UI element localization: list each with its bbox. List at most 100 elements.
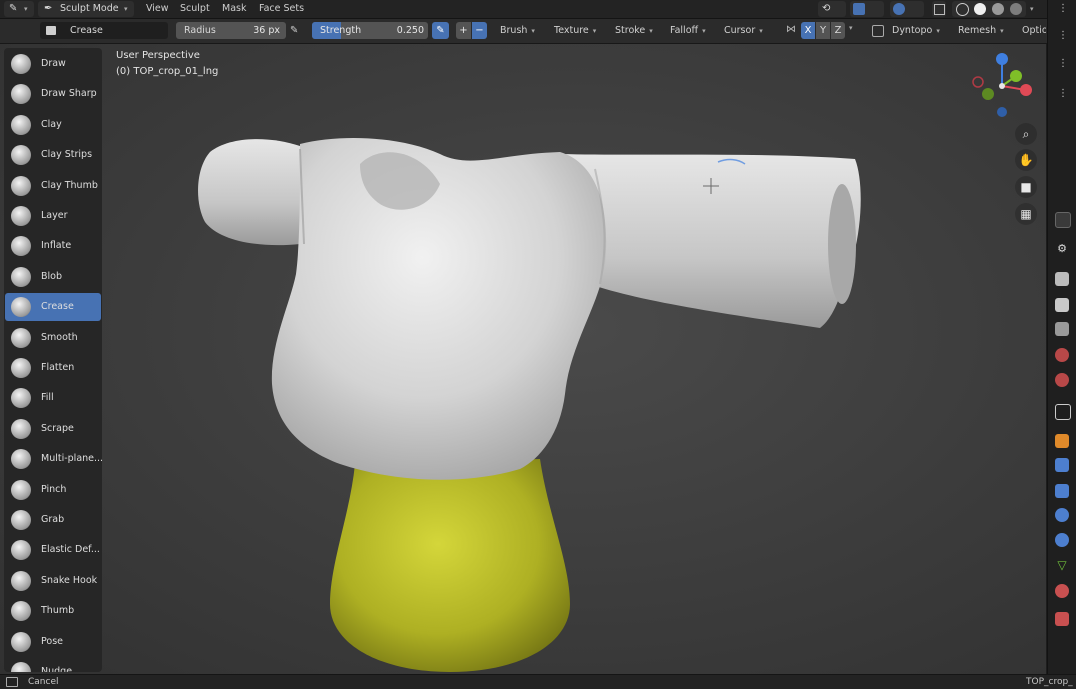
material-tab-icon[interactable] (1055, 584, 1069, 598)
mode-dropdown[interactable]: ✒ Sculpt Mode ▾ (38, 1, 134, 17)
elastic-def-brush-icon (11, 540, 31, 561)
remesh-dropdown[interactable]: Remesh ▾ (958, 22, 1004, 39)
chevron-down-icon: ▾ (702, 27, 706, 35)
viewport-object-label: (0) TOP_crop_01_lng (116, 66, 219, 77)
tool-nudge[interactable]: Nudge (5, 658, 101, 672)
tool-smooth[interactable]: Smooth (5, 324, 101, 352)
cursor-dropdown[interactable]: Cursor ▾ (724, 22, 763, 39)
collection-tab-icon[interactable] (1055, 404, 1071, 420)
tool-clay-thumb[interactable]: Clay Thumb (5, 172, 101, 200)
shading-mode-group[interactable] (952, 1, 1026, 17)
strength-pressure-icon[interactable]: ✎ (432, 22, 449, 39)
data-tab-icon[interactable]: ▽ (1055, 558, 1069, 572)
tool-flatten[interactable]: Flatten (5, 354, 101, 382)
rendered-shading-icon[interactable] (1010, 3, 1022, 15)
tool-multi-plane[interactable]: Multi-plane... (5, 445, 102, 473)
brush-dropdown[interactable]: Brush ▾ (500, 22, 535, 39)
tool-pose[interactable]: Pose (5, 628, 101, 656)
camera-icon[interactable]: ■ (1015, 176, 1037, 198)
physics-tab-icon[interactable] (1055, 508, 1069, 522)
direction-add-button[interactable]: + (456, 22, 471, 39)
dyntopo-dropdown[interactable]: Dyntopo ▾ (892, 22, 940, 39)
sculpt-mesh[interactable] (0, 44, 1046, 674)
pressure-pen-icon[interactable]: ✎ (290, 25, 298, 36)
tool-tab-icon[interactable]: ⚙ (1055, 242, 1069, 256)
texture-dropdown[interactable]: Texture ▾ (554, 22, 596, 39)
pan-hand-icon[interactable]: ✋ (1015, 149, 1037, 171)
falloff-dropdown[interactable]: Falloff ▾ (670, 22, 706, 39)
object-tab-icon[interactable] (1055, 434, 1069, 448)
tool-settings-header: Crease Radius 36 px ✎ Strength 0.250 ✎ +… (0, 19, 1048, 44)
more-options-icon[interactable]: ⋮ (1058, 88, 1068, 99)
texture-tab-icon[interactable] (1055, 612, 1069, 626)
menu-sculpt[interactable]: Sculpt (180, 1, 210, 17)
more-options-icon[interactable]: ⋮ (1058, 58, 1068, 69)
view-layer-tab-icon[interactable] (1055, 322, 1069, 336)
wireframe-shading-icon[interactable] (956, 3, 969, 16)
render-tab-icon[interactable] (1055, 272, 1069, 286)
editor-menu-icon[interactable] (1055, 212, 1071, 228)
options-dropdown[interactable]: Optio (1022, 22, 1046, 39)
navigation-gizmo[interactable] (966, 50, 1038, 122)
tool-grab[interactable]: Grab (5, 506, 101, 534)
more-options-icon[interactable]: ⋮ (1058, 3, 1068, 14)
scene-tab-icon[interactable] (1055, 348, 1069, 362)
tool-thumb[interactable]: Thumb (5, 597, 101, 625)
world-tab-icon[interactable] (1055, 373, 1069, 387)
dyntopo-checkbox[interactable] (872, 25, 884, 37)
editor-type-dropdown[interactable]: ✎ ▾ (4, 1, 34, 17)
tool-elastic-def[interactable]: Elastic Def... (5, 536, 101, 564)
grab-brush-icon (11, 510, 31, 530)
chevron-down-icon[interactable]: ▾ (849, 24, 853, 32)
modifier-tab-icon[interactable] (1055, 458, 1069, 472)
nudge-brush-icon (11, 662, 31, 672)
tool-draw[interactable]: Draw (5, 50, 101, 78)
menu-mask[interactable]: Mask (222, 1, 246, 17)
solid-shading-icon[interactable] (974, 3, 986, 15)
3d-viewport[interactable] (0, 44, 1046, 674)
chevron-down-icon: ▾ (936, 27, 940, 35)
particles-tab-icon[interactable] (1055, 484, 1069, 498)
material-shading-icon[interactable] (992, 3, 1004, 15)
tool-label: Clay Thumb (41, 179, 98, 191)
symmetry-y-toggle[interactable]: Y (816, 22, 830, 39)
symmetry-x-toggle[interactable]: X (801, 22, 815, 39)
gizmo-toggle[interactable]: ⟲ (818, 1, 846, 17)
more-options-icon[interactable]: ⋮ (1058, 30, 1068, 41)
chevron-down-icon: ▾ (1000, 27, 1004, 35)
constraints-tab-icon[interactable] (1055, 533, 1069, 547)
output-tab-icon[interactable] (1055, 298, 1069, 312)
menu-face-sets[interactable]: Face Sets (259, 1, 304, 17)
tool-scrape[interactable]: Scrape (5, 415, 101, 443)
xray-toggle[interactable] (890, 1, 924, 17)
overlay-toggle[interactable] (850, 1, 884, 17)
zoom-icon[interactable]: ⌕ (1015, 123, 1037, 145)
tool-clay[interactable]: Clay (5, 111, 101, 139)
tool-layer[interactable]: Layer (5, 202, 101, 230)
chevron-down-icon[interactable]: ▾ (1030, 1, 1034, 17)
tool-pinch[interactable]: Pinch (5, 476, 101, 504)
xray-alpha-toggle[interactable] (932, 1, 946, 17)
strength-slider[interactable]: Strength 0.250 (312, 22, 428, 39)
stroke-dropdown[interactable]: Stroke ▾ (615, 22, 653, 39)
tool-clay-strips[interactable]: Clay Strips (5, 141, 101, 169)
menu-view[interactable]: View (146, 1, 169, 17)
brush-selector[interactable]: Crease (40, 22, 168, 39)
sculpt-editor-icon: ✎ (9, 3, 18, 14)
tool-snake-hook[interactable]: Snake Hook (5, 567, 101, 595)
remesh-label: Remesh (958, 25, 997, 36)
direction-subtract-button[interactable]: − (472, 22, 487, 39)
tool-crease[interactable]: Crease (5, 293, 101, 322)
properties-editor-tabs: ⋮ ⋮ ⋮ ⋮ ⚙ ▽ (1047, 0, 1076, 676)
perspective-grid-icon[interactable]: ▦ (1015, 203, 1037, 225)
radius-slider[interactable]: Radius 36 px (176, 22, 286, 39)
tool-inflate[interactable]: Inflate (5, 232, 101, 260)
radius-value: 36 px (253, 25, 280, 36)
symmetry-z-toggle[interactable]: Z (831, 22, 845, 39)
tool-blob[interactable]: Blob (5, 263, 101, 291)
tool-fill[interactable]: Fill (5, 384, 101, 412)
tool-draw-sharp[interactable]: Draw Sharp (5, 80, 101, 108)
tool-label: Layer (41, 210, 68, 221)
tool-label: Smooth (41, 331, 78, 343)
chevron-down-icon: ▾ (24, 5, 28, 13)
